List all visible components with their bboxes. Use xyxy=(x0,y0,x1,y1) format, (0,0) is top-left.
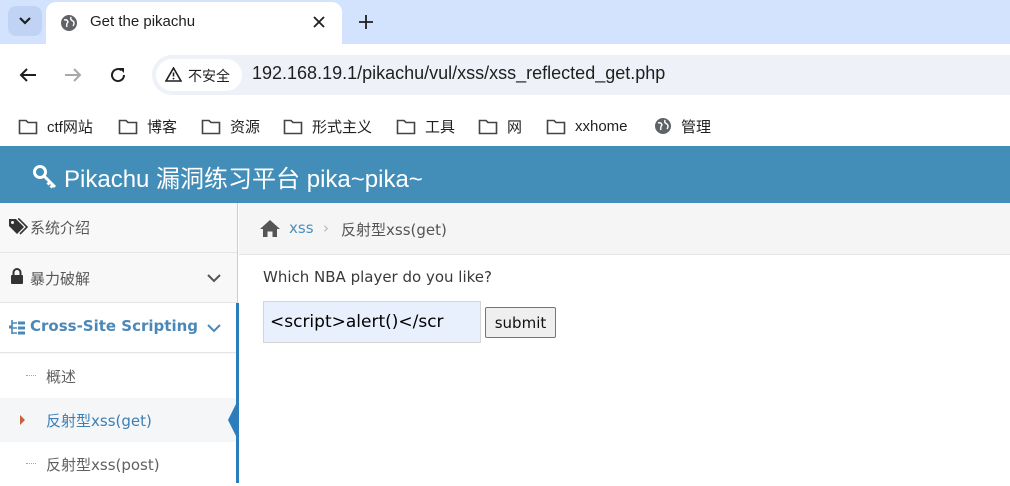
folder-icon xyxy=(118,119,138,134)
folder-icon xyxy=(201,119,221,134)
site-title-text: Pikachu 漏洞练习平台 pika~pika~ xyxy=(64,166,423,193)
question-label: Which NBA player do you like? xyxy=(263,268,492,286)
folder-icon xyxy=(283,119,303,134)
breadcrumb-separator-icon: › xyxy=(323,219,329,237)
submit-button[interactable]: submit xyxy=(485,307,556,338)
browser-toolbar: 不安全 192.168.19.1/pikachu/vul/xss/xss_ref… xyxy=(0,44,1010,106)
folder-icon xyxy=(546,119,566,134)
browser-tab[interactable]: Get the pikachu xyxy=(46,2,342,44)
sidebar-item-label: 暴力破解 xyxy=(30,270,91,288)
breadcrumb: xss › 反射型xss(get) xyxy=(239,203,1010,255)
chevron-down-icon xyxy=(207,274,221,283)
tags-icon xyxy=(9,218,28,235)
plus-icon xyxy=(359,15,373,29)
caret-right-icon xyxy=(20,415,25,425)
new-tab-button[interactable] xyxy=(352,8,380,36)
forward-button[interactable] xyxy=(60,62,86,88)
url-text: 192.168.19.1/pikachu/vul/xss/xss_reflect… xyxy=(252,63,666,83)
warning-icon xyxy=(165,67,182,82)
sub-item-label: 概述 xyxy=(46,368,77,386)
tab-search-button[interactable] xyxy=(8,6,42,36)
chevron-down-icon xyxy=(207,324,221,333)
reload-icon xyxy=(111,68,126,83)
bookmark-formalism[interactable]: 形式主义 xyxy=(283,112,372,140)
sub-item-reflected-post[interactable]: 反射型xss(post) xyxy=(0,442,237,486)
folder-icon xyxy=(478,119,498,134)
globe-icon xyxy=(61,15,77,31)
key-icon xyxy=(33,164,57,189)
tab-close-button[interactable] xyxy=(308,11,330,33)
tree-connector xyxy=(26,375,36,376)
chevron-down-icon xyxy=(19,17,31,25)
close-icon xyxy=(313,16,325,28)
site-header: Pikachu 漏洞练习平台 pika~pika~ xyxy=(0,146,1010,203)
bookmark-resources[interactable]: 资源 xyxy=(201,112,260,140)
site-title[interactable]: Pikachu 漏洞练习平台 pika~pika~ xyxy=(32,159,423,194)
bookmark-blog[interactable]: 博客 xyxy=(118,112,177,140)
sub-item-overview[interactable]: 概述 xyxy=(0,354,237,398)
security-label: 不安全 xyxy=(188,69,230,85)
address-bar[interactable]: 不安全 192.168.19.1/pikachu/vul/xss/xss_ref… xyxy=(152,55,1010,95)
main-content: Which NBA player do you like? submit xyxy=(239,256,1010,483)
arrow-right-icon xyxy=(65,68,82,82)
breadcrumb-current: 反射型xss(get) xyxy=(341,221,447,239)
tab-strip: Get the pikachu xyxy=(0,0,1010,44)
security-indicator[interactable]: 不安全 xyxy=(156,59,242,91)
reload-button[interactable] xyxy=(105,62,131,88)
bookmark-tools[interactable]: 工具 xyxy=(396,112,455,140)
sidebar: 系统介绍 暴力破解 Cross-Site Scripting 概述 反射型xss… xyxy=(0,203,239,486)
tree-connector xyxy=(26,463,36,464)
sub-item-label: 反射型xss(get) xyxy=(46,412,152,430)
bookmark-ctf[interactable]: ctf网站 xyxy=(18,112,93,140)
bookmarks-bar: ctf网站 博客 资源 形式主义 工具 网 xxhome 管理 xyxy=(0,106,1010,146)
sidebar-item-xss[interactable]: Cross-Site Scripting xyxy=(0,303,237,353)
arrow-left-icon xyxy=(19,68,36,82)
sidebar-item-label: Cross-Site Scripting xyxy=(30,317,199,335)
sub-item-label: 反射型xss(post) xyxy=(46,456,160,474)
globe-icon xyxy=(655,118,671,134)
lock-icon xyxy=(11,268,23,284)
folder-icon xyxy=(18,119,38,134)
home-icon[interactable] xyxy=(259,219,281,238)
sitemap-icon xyxy=(9,320,25,335)
player-input[interactable] xyxy=(263,301,481,343)
back-button[interactable] xyxy=(15,62,41,88)
sub-item-reflected-get[interactable]: 反射型xss(get) xyxy=(0,398,239,442)
bookmark-manage[interactable]: 管理 xyxy=(654,112,711,140)
sidebar-item-bruteforce[interactable]: 暴力破解 xyxy=(0,253,237,303)
breadcrumb-link-xss[interactable]: xss xyxy=(289,219,314,237)
folder-icon xyxy=(396,119,416,134)
sidebar-item-label: 系统介绍 xyxy=(30,219,91,237)
bookmark-xxhome[interactable]: xxhome xyxy=(546,112,628,140)
sidebar-item-intro[interactable]: 系统介绍 xyxy=(0,203,237,253)
bookmark-net[interactable]: 网 xyxy=(478,112,522,140)
tab-title: Get the pikachu xyxy=(90,13,196,30)
